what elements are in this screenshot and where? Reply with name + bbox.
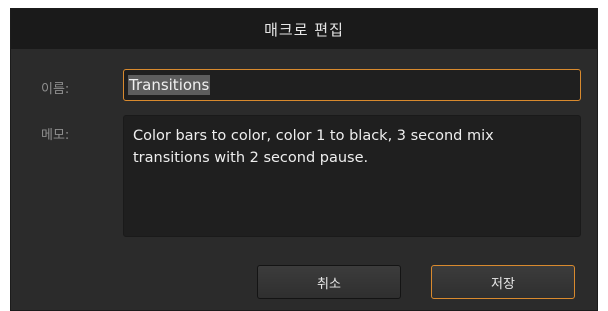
macro-edit-dialog: 매크로 편집 이름: Transitions 메모: Color bars to… bbox=[10, 8, 598, 311]
name-input[interactable]: Transitions bbox=[123, 69, 581, 101]
memo-text: Color bars to color, color 1 to black, 3… bbox=[133, 128, 494, 166]
memo-label: 메모: bbox=[41, 128, 70, 143]
dialog-title: 매크로 편집 bbox=[11, 9, 597, 49]
name-label: 이름: bbox=[41, 82, 70, 97]
memo-textarea[interactable]: Color bars to color, color 1 to black, 3… bbox=[123, 115, 581, 237]
cancel-button[interactable]: 취소 bbox=[257, 265, 401, 299]
name-input-value: Transitions bbox=[128, 75, 211, 95]
save-button[interactable]: 저장 bbox=[431, 265, 575, 299]
